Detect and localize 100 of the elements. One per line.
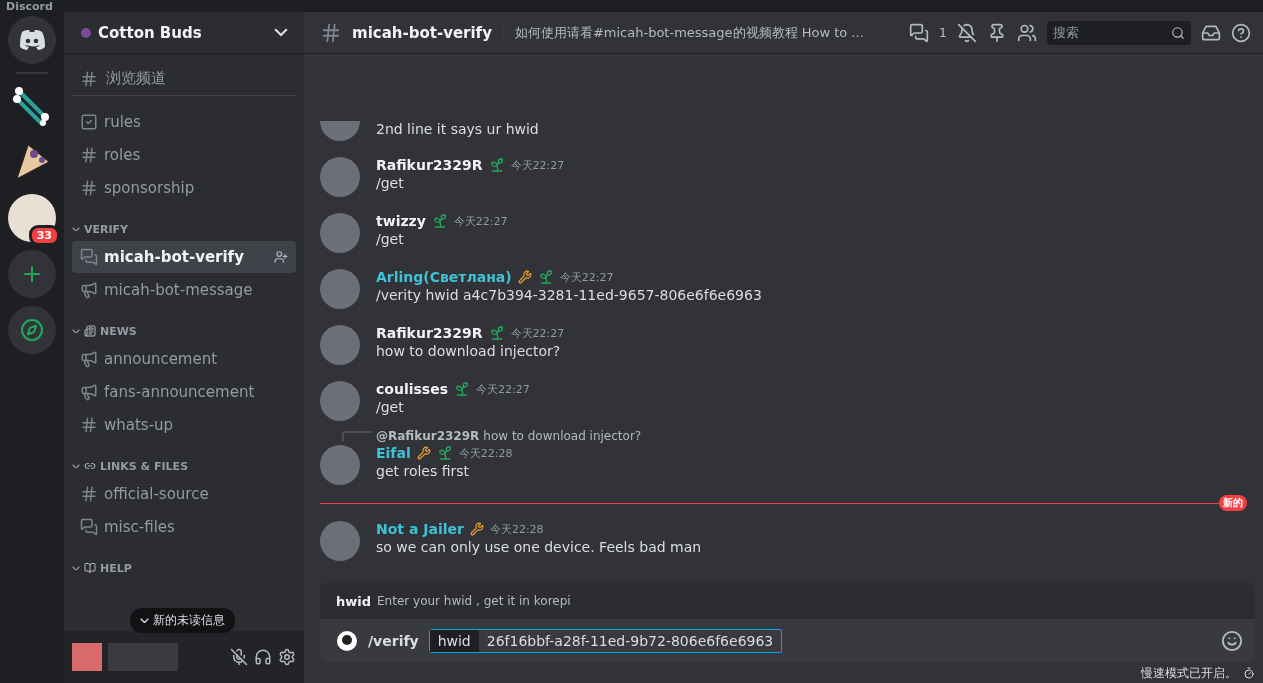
- channel-item[interactable]: announcement: [72, 343, 296, 375]
- username: Not a Jailer: [376, 521, 464, 537]
- username: coulisses: [376, 381, 448, 397]
- compass-icon[interactable]: [20, 318, 44, 342]
- sprout-icon: [488, 325, 505, 341]
- settings-icon[interactable]: [278, 648, 296, 666]
- search-icon: [1171, 25, 1185, 40]
- username: Arling(Светлана): [376, 269, 512, 285]
- invite-icon[interactable]: [274, 250, 288, 264]
- megaphone-icon: [80, 383, 98, 401]
- hash-icon: [80, 146, 98, 164]
- category-header[interactable]: VERIFY: [72, 218, 296, 240]
- blurred-avatar: [72, 643, 102, 671]
- option-description: Enter your hwid , get it in korepi: [377, 594, 571, 608]
- username: Rafikur2329R: [376, 157, 483, 173]
- slowmode-notice: 慢速模式已开启。: [1141, 664, 1237, 682]
- unread-badge: 33: [28, 225, 60, 246]
- wrench-icon: [517, 270, 532, 284]
- reply-author: @Rafikur2329R: [376, 429, 480, 443]
- message-text: /get: [376, 399, 405, 415]
- timestamp: 今天22:27: [510, 157, 565, 173]
- reply-connector: [342, 431, 372, 441]
- timestamp: 今天22:27: [453, 213, 508, 229]
- message-text: so we can only use one device. Feels bad man: [376, 539, 702, 555]
- channel-topic: 如何使用请看#micah-bot-message的视频教程 How to ...: [501, 23, 899, 42]
- threads-icon[interactable]: [908, 22, 929, 43]
- chevron-down-icon: [72, 463, 80, 469]
- message-text: /get: [376, 231, 405, 247]
- server-icon[interactable]: [8, 16, 56, 64]
- emoji-icon[interactable]: [1221, 630, 1243, 652]
- chevron-down-icon: [72, 226, 80, 232]
- reply-text: how to download injector?: [483, 429, 642, 443]
- muted-bell-icon[interactable]: [957, 22, 977, 43]
- window-title: Discord: [6, 1, 53, 12]
- user-avatar: [320, 521, 360, 561]
- channel-item[interactable]: rules: [72, 106, 296, 138]
- megaphone-icon: [80, 281, 98, 299]
- channel-item[interactable]: micah-bot-message: [72, 274, 296, 306]
- category-header[interactable]: HELP: [72, 557, 296, 579]
- user-avatar: [320, 121, 360, 141]
- category-header[interactable]: LINKS & FILES: [72, 455, 296, 477]
- mic-muted-icon[interactable]: [230, 648, 248, 666]
- help-icon[interactable]: [1231, 22, 1251, 43]
- timestamp: 今天22:28: [458, 445, 513, 461]
- headphones-icon[interactable]: [254, 648, 272, 666]
- channel-item[interactable]: fans-announcement: [72, 376, 296, 408]
- command-parameter-field[interactable]: hwid 26f16bbf-a28f-11ed-9b72-806e6f6e6963: [428, 629, 783, 653]
- wrench-icon: [416, 446, 431, 460]
- timer-icon: [1243, 667, 1255, 679]
- chevron-down-icon: [72, 565, 80, 571]
- chevron-down-icon: [72, 328, 80, 334]
- timestamp: 今天22:27: [510, 325, 565, 341]
- sprout-icon: [537, 269, 554, 285]
- thread-channel-icon: [80, 518, 98, 536]
- user-avatar: [320, 269, 360, 309]
- hash-icon: [80, 179, 98, 197]
- channel-item[interactable]: misc-files: [72, 511, 296, 543]
- message-text: get roles first: [376, 463, 471, 479]
- message-text: how to download injector?: [376, 343, 562, 359]
- browse-channels-item[interactable]: 浏览频道: [72, 62, 296, 96]
- message-text: /get: [376, 175, 405, 191]
- hash-icon: [80, 485, 98, 503]
- sprout-icon: [436, 445, 453, 461]
- timestamp: 今天22:27: [559, 269, 614, 285]
- timestamp: 今天22:27: [476, 381, 530, 397]
- channel-item[interactable]: micah-bot-verify: [72, 241, 296, 273]
- rules-icon: [80, 113, 98, 131]
- username: Eifal: [376, 445, 411, 461]
- megaphone-icon: [80, 350, 98, 368]
- username: twizzy: [376, 213, 426, 229]
- category-header[interactable]: NEWS: [72, 320, 296, 342]
- username: Rafikur2329R: [376, 325, 483, 341]
- bot-avatar-icon: [336, 630, 358, 652]
- thread-count: 1: [938, 25, 947, 40]
- chevron-down-icon: [140, 617, 149, 624]
- server-badge-icon: [80, 26, 92, 39]
- wrench-icon: [469, 522, 484, 536]
- channel-item[interactable]: whats-up: [72, 409, 296, 441]
- user-avatar: [320, 325, 360, 365]
- pin-icon[interactable]: [987, 22, 1007, 43]
- members-icon[interactable]: [1017, 22, 1037, 43]
- hash-icon: [80, 416, 98, 434]
- sprout-icon: [454, 381, 470, 397]
- option-name: hwid: [336, 593, 372, 609]
- thread-channel-icon: [80, 248, 98, 266]
- channel-item[interactable]: official-source: [72, 478, 296, 510]
- blurred-username: [108, 643, 178, 671]
- hash-icon: [320, 21, 342, 44]
- channel-item[interactable]: roles: [72, 139, 296, 171]
- chevron-down-icon: [274, 28, 288, 37]
- sprout-icon: [431, 213, 448, 229]
- browse-icon: [80, 69, 98, 88]
- discord-logo-icon: [18, 29, 46, 51]
- cotton-swab-icon: [12, 86, 52, 126]
- channel-item[interactable]: sponsorship: [72, 172, 296, 204]
- user-avatar: [320, 157, 360, 197]
- unread-messages-pill[interactable]: 新的未读信息: [130, 608, 235, 633]
- book-icon: [84, 562, 96, 574]
- newspaper-icon: [84, 325, 96, 337]
- search-field[interactable]: 搜索: [1047, 20, 1191, 45]
